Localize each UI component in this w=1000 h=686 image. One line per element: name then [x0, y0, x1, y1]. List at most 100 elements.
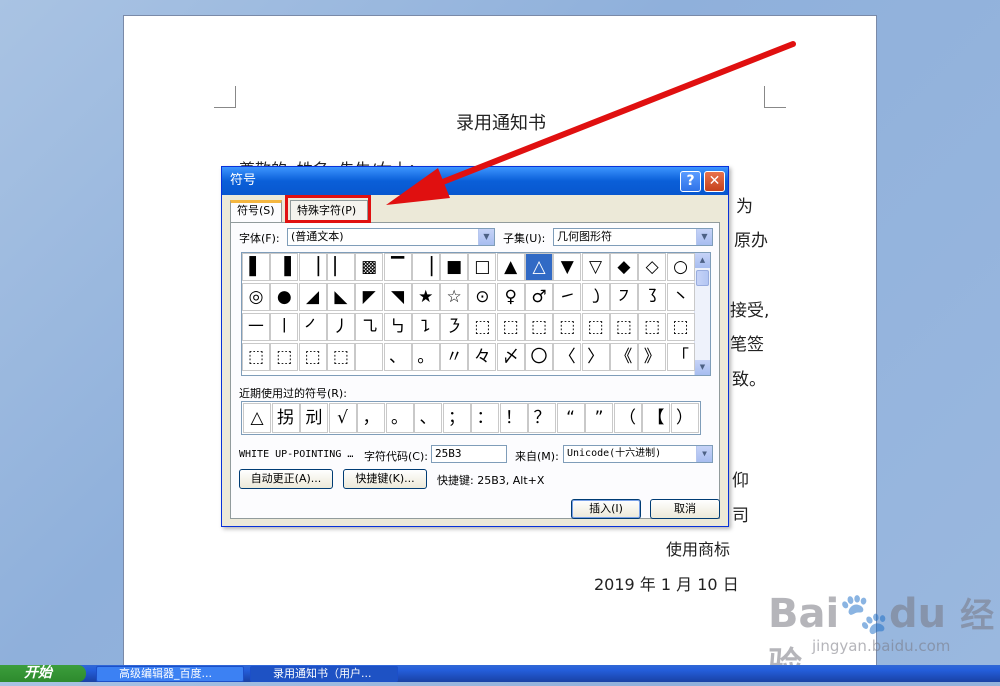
- symbol-cell[interactable]: ♂: [525, 283, 553, 311]
- symbol-cell[interactable]: ⬚: [666, 313, 695, 341]
- subset-select[interactable]: 几何图形符 ▼: [553, 228, 713, 246]
- symbol-cell[interactable]: ⬚: [298, 343, 327, 371]
- recent-symbol-cell[interactable]: “: [556, 403, 585, 433]
- symbol-cell[interactable]: ㇈: [355, 313, 384, 341]
- symbol-cell[interactable]: 、: [383, 343, 412, 371]
- symbol-cell[interactable]: ⬚: [270, 343, 299, 371]
- symbol-cell[interactable]: ♀: [496, 283, 525, 311]
- symbol-cell[interactable]: ■: [440, 253, 469, 281]
- symbol-cell[interactable]: ◆: [609, 253, 638, 281]
- symbol-cell[interactable]: ▌: [242, 253, 270, 281]
- symbol-cell[interactable]: ▔: [383, 253, 412, 281]
- recent-symbol-cell[interactable]: √: [328, 403, 357, 433]
- taskbar-item-active[interactable]: 录用通知书（用户...: [250, 666, 398, 682]
- start-button[interactable]: 开始: [0, 665, 86, 682]
- symbol-cell[interactable]: ⬚: [326, 343, 355, 371]
- symbol-cell[interactable]: ⬚: [242, 343, 270, 371]
- recent-symbol-cell[interactable]: △: [243, 403, 271, 433]
- symbol-cell[interactable]: ㇔: [666, 283, 695, 311]
- recent-symbol-cell[interactable]: ，: [357, 403, 385, 433]
- symbol-cell[interactable]: 〇: [525, 343, 553, 371]
- help-button[interactable]: ?: [680, 171, 701, 192]
- symbol-cell[interactable]: □: [468, 253, 497, 281]
- symbol-cell[interactable]: 》: [638, 343, 667, 371]
- taskbar-item[interactable]: 高级编辑器_百度...: [96, 666, 244, 682]
- chevron-down-icon[interactable]: ▼: [478, 229, 494, 245]
- symbol-cell[interactable]: ⬚: [468, 313, 497, 341]
- symbol-cell[interactable]: ▐: [270, 253, 299, 281]
- symbol-cell[interactable]: ㇁: [581, 283, 610, 311]
- symbol-cell[interactable]: 〆: [496, 343, 525, 371]
- symbol-cell[interactable]: ▲: [496, 253, 525, 281]
- tab-symbols[interactable]: 符号(S): [230, 200, 282, 223]
- symbol-cell[interactable]: ⊙: [468, 283, 497, 311]
- symbol-cell[interactable]: ◇: [638, 253, 667, 281]
- recent-symbol-cell[interactable]: 、: [414, 403, 442, 433]
- insert-button[interactable]: 插入(I): [571, 499, 641, 519]
- recent-symbol-cell[interactable]: ？: [528, 403, 556, 433]
- symbol-cell[interactable]: ◢: [298, 283, 327, 311]
- symbol-cell[interactable]: ⬚: [609, 313, 638, 341]
- symbol-cell[interactable]: ▏: [326, 253, 355, 281]
- symbol-cell[interactable]: ⬚: [525, 313, 553, 341]
- symbol-cell[interactable]: ㇓: [326, 313, 355, 341]
- dialog-titlebar[interactable]: 符号 ? ✕: [222, 167, 728, 195]
- symbol-cell[interactable]: △: [525, 253, 553, 281]
- symbol-cell[interactable]: 「: [666, 343, 695, 371]
- symbol-cell[interactable]: ◎: [242, 283, 270, 311]
- symbol-cell[interactable]: ◥: [383, 283, 412, 311]
- autocorrect-button[interactable]: 自动更正(A)...: [239, 469, 333, 489]
- scroll-down-icon[interactable]: ▼: [695, 360, 710, 375]
- symbol-cell[interactable]: 。: [411, 343, 440, 371]
- char-code-input[interactable]: 25B3: [431, 445, 507, 463]
- font-select[interactable]: (普通文本) ▼: [287, 228, 495, 246]
- symbol-cell[interactable]: ㇇: [609, 283, 638, 311]
- close-button[interactable]: ✕: [704, 171, 725, 192]
- recent-symbol-cell[interactable]: 刓: [300, 403, 328, 433]
- symbol-cell[interactable]: 〃: [440, 343, 469, 371]
- symbol-cell[interactable]: ★: [411, 283, 440, 311]
- symbol-cell[interactable]: ▩: [355, 253, 384, 281]
- symbol-cell[interactable]: ⬚: [581, 313, 610, 341]
- symbol-cell[interactable]: 〈: [553, 343, 582, 371]
- recent-symbol-cell[interactable]: ”: [585, 403, 613, 433]
- symbol-cell[interactable]: ⬚: [638, 313, 667, 341]
- symbol-cell[interactable]: ▽: [581, 253, 610, 281]
- scroll-thumb[interactable]: [696, 270, 709, 286]
- symbol-cell[interactable]: ◣: [326, 283, 355, 311]
- recent-symbol-cell[interactable]: 。: [385, 403, 414, 433]
- recent-symbol-cell[interactable]: 【: [642, 403, 670, 433]
- recent-symbol-cell[interactable]: ：: [471, 403, 499, 433]
- from-select[interactable]: Unicode(十六进制) ▼: [563, 445, 713, 463]
- symbol-cell[interactable]: ⬚: [496, 313, 525, 341]
- symbol-cell[interactable]: ○: [666, 253, 695, 281]
- symbol-cell[interactable]: [355, 343, 384, 371]
- chevron-down-icon[interactable]: ▼: [696, 446, 712, 462]
- symbol-cell[interactable]: ◤: [355, 283, 384, 311]
- symbol-cell[interactable]: 《: [609, 343, 638, 371]
- symbol-cell[interactable]: ㇀: [553, 283, 582, 311]
- symbol-cell[interactable]: ▕: [298, 253, 327, 281]
- symbol-cell[interactable]: 〉: [581, 343, 610, 371]
- symbol-cell[interactable]: 々: [468, 343, 497, 371]
- symbol-cell[interactable]: ▼: [553, 253, 582, 281]
- shortcut-key-button[interactable]: 快捷键(K)...: [343, 469, 427, 489]
- scroll-up-icon[interactable]: ▲: [695, 253, 710, 268]
- symbol-cell[interactable]: ㇑: [270, 313, 299, 341]
- recent-symbol-cell[interactable]: ！: [499, 403, 528, 433]
- recent-symbol-cell[interactable]: （: [613, 403, 642, 433]
- recent-symbol-cell[interactable]: ）: [670, 403, 699, 433]
- recent-symbol-cell[interactable]: 拐: [271, 403, 300, 433]
- cancel-button[interactable]: 取消: [650, 499, 720, 519]
- grid-scrollbar[interactable]: ▲ ▼: [694, 253, 710, 375]
- symbol-cell[interactable]: ㇉: [383, 313, 412, 341]
- symbol-cell[interactable]: ●: [270, 283, 299, 311]
- symbol-cell[interactable]: ㇐: [242, 313, 270, 341]
- symbol-cell[interactable]: ☆: [440, 283, 469, 311]
- symbol-cell[interactable]: ⬚: [553, 313, 582, 341]
- symbol-cell[interactable]: ㇋: [440, 313, 469, 341]
- symbol-cell[interactable]: ㇒: [298, 313, 327, 341]
- symbol-cell[interactable]: ㇌: [638, 283, 667, 311]
- recent-symbol-cell[interactable]: ；: [442, 403, 471, 433]
- symbol-cell[interactable]: ㇊: [411, 313, 440, 341]
